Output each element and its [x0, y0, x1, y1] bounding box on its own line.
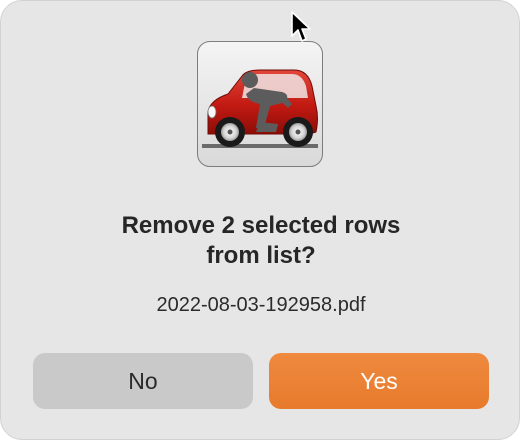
yes-button[interactable]: Yes: [269, 353, 489, 409]
alert-message-line: from list?: [206, 242, 316, 269]
alert-message: Remove 2 selected rows from list?: [41, 211, 481, 271]
mouse-pointer-icon: [291, 11, 311, 42]
car-icon: [197, 41, 323, 167]
no-button[interactable]: No: [33, 353, 253, 409]
alert-message-line: Remove 2 selected rows: [121, 212, 401, 239]
alert-dialog: Remove 2 selected rows from list? 2022-0…: [0, 0, 520, 440]
alert-detail-filename: 2022-08-03-192958.pdf: [156, 294, 366, 316]
